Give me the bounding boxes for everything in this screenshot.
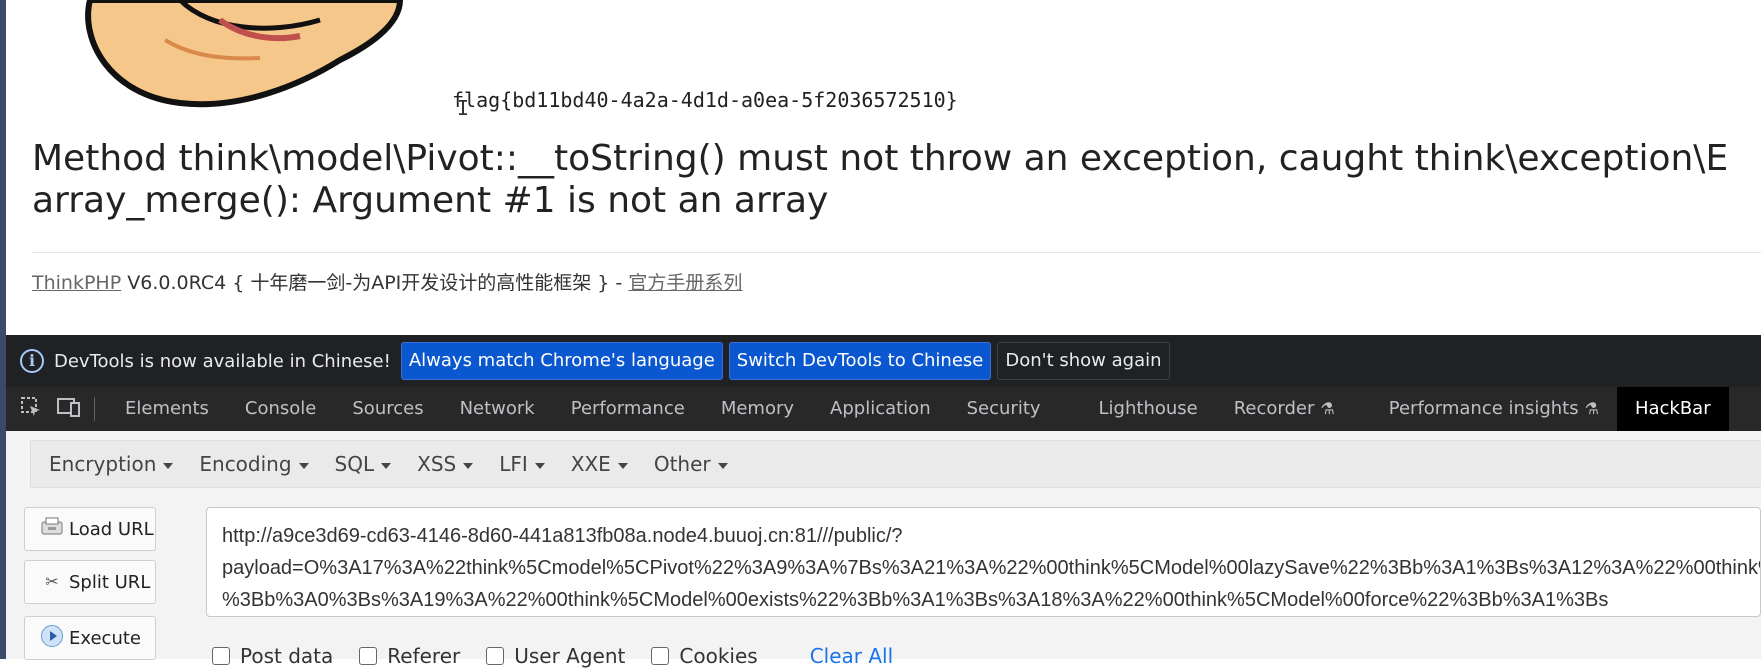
- caret-down-icon: [381, 462, 392, 469]
- clear-all-link[interactable]: Clear All: [810, 644, 893, 668]
- menu-lfi-label: LFI: [499, 452, 528, 476]
- info-icon: i: [20, 349, 44, 373]
- split-url-button[interactable]: ✂ Split URL: [24, 560, 156, 604]
- menu-xxe-label: XXE: [570, 452, 611, 476]
- caret-down-icon: [717, 462, 728, 469]
- experimental-flask-icon: ⚗: [1584, 399, 1599, 418]
- request-options: Post data Referer User Agent Cookies Cle…: [212, 644, 893, 668]
- page-content: flag{bd11bd40-4a2a-4d1d-a0ea-5f203657251…: [0, 0, 1761, 335]
- hackbar-menubar: Encryption Encoding SQL XSS LFI XXE Othe…: [30, 440, 1761, 488]
- experimental-flask-icon: ⚗: [1320, 399, 1335, 418]
- url-line-1: http://a9ce3d69-cd63-4146-8d60-441a813fb…: [222, 525, 903, 547]
- error-line-2: array_merge(): Argument #1 is not an arr…: [32, 180, 829, 221]
- error-message: Method think\model\Pivot::__toString() m…: [32, 138, 1728, 222]
- split-url-label: Split URL: [69, 571, 151, 593]
- user-agent-option[interactable]: User Agent: [486, 644, 625, 668]
- menu-sql[interactable]: SQL: [327, 452, 400, 476]
- menu-encryption[interactable]: Encryption: [41, 452, 181, 476]
- url-line-2: payload=O%3A17%3A%22think%5Cmodel%5CPivo…: [222, 557, 1761, 579]
- tab-console[interactable]: Console: [227, 387, 334, 431]
- tab-memory[interactable]: Memory: [703, 387, 812, 431]
- flag-text: flag{bd11bd40-4a2a-4d1d-a0ea-5f203657251…: [452, 88, 958, 112]
- user-agent-checkbox[interactable]: [486, 647, 505, 665]
- menu-sql-label: SQL: [334, 452, 375, 476]
- caret-down-icon: [298, 462, 309, 469]
- menu-xxe[interactable]: XXE: [563, 452, 636, 476]
- devtools-language-infobar: i DevTools is now available in Chinese! …: [6, 335, 1761, 387]
- tab-security[interactable]: Security: [949, 387, 1081, 431]
- cookies-checkbox[interactable]: [651, 647, 670, 665]
- tab-performance-insights[interactable]: Performance insights ⚗: [1371, 387, 1617, 431]
- dont-show-again-button[interactable]: Don't show again: [997, 342, 1170, 380]
- url-textarea[interactable]: http://a9ce3d69-cd63-4146-8d60-441a813fb…: [206, 507, 1761, 617]
- switch-to-chinese-button[interactable]: Switch DevTools to Chinese: [728, 342, 992, 380]
- cookies-label: Cookies: [679, 644, 758, 668]
- tab-network[interactable]: Network: [442, 387, 553, 431]
- url-line-3: %3Bb%3A0%3Bs%3A19%3A%22%00think%5CModel%…: [222, 589, 1609, 611]
- tab-recorder-label: Recorder: [1233, 398, 1315, 419]
- toolbar-separator: [94, 397, 95, 421]
- caret-down-icon: [463, 462, 474, 469]
- post-data-option[interactable]: Post data: [212, 644, 333, 668]
- tab-sources[interactable]: Sources: [334, 387, 441, 431]
- menu-encryption-label: Encryption: [49, 452, 157, 476]
- execute-label: Execute: [69, 627, 141, 649]
- always-match-language-button[interactable]: Always match Chrome's language: [400, 342, 723, 380]
- menu-encoding-label: Encoding: [199, 452, 292, 476]
- menu-other-label: Other: [653, 452, 711, 476]
- menu-other[interactable]: Other: [646, 452, 736, 476]
- caret-down-icon: [163, 462, 174, 469]
- manual-link[interactable]: 官方手册系列: [628, 272, 742, 294]
- menu-xss[interactable]: XSS: [409, 452, 481, 476]
- menu-encoding[interactable]: Encoding: [191, 452, 316, 476]
- referer-checkbox[interactable]: [359, 647, 378, 665]
- load-url-label: Load URL: [69, 518, 154, 540]
- divider: [32, 252, 1761, 253]
- mascot-hand-image: [85, 0, 404, 108]
- tab-perf-insights-label: Performance insights: [1388, 398, 1579, 419]
- tab-performance[interactable]: Performance: [553, 387, 703, 431]
- menu-xss-label: XSS: [417, 452, 457, 476]
- thinkphp-link[interactable]: ThinkPHP: [32, 272, 121, 294]
- devtools-tabbar: Elements Console Sources Network Perform…: [6, 387, 1761, 431]
- version-text: V6.0.0RC4 { 十年磨一剑-为API开发设计的高性能框架 } -: [121, 272, 629, 294]
- post-data-checkbox[interactable]: [212, 647, 230, 665]
- referer-option[interactable]: Referer: [359, 644, 460, 668]
- tab-lighthouse[interactable]: Lighthouse: [1081, 387, 1216, 431]
- caret-down-icon: [617, 462, 628, 469]
- tab-recorder[interactable]: Recorder ⚗: [1216, 387, 1371, 431]
- post-data-label: Post data: [240, 644, 334, 668]
- cookies-option[interactable]: Cookies: [651, 644, 758, 668]
- tab-hackbar[interactable]: HackBar: [1616, 387, 1729, 431]
- caret-down-icon: [534, 462, 545, 469]
- framework-footer: ThinkPHP V6.0.0RC4 { 十年磨一剑-为API开发设计的高性能框…: [32, 268, 742, 295]
- referer-label: Referer: [387, 644, 461, 668]
- user-agent-label: User Agent: [514, 644, 626, 668]
- error-line-1: Method think\model\Pivot::__toString() m…: [32, 138, 1729, 179]
- load-url-icon: [39, 516, 65, 542]
- inspect-element-icon[interactable]: [18, 396, 44, 422]
- execute-button[interactable]: Execute: [24, 616, 156, 660]
- text-cursor-icon: I: [457, 96, 470, 120]
- device-toolbar-icon[interactable]: [56, 396, 82, 422]
- scissors-icon: ✂: [45, 572, 59, 591]
- execute-play-icon: [39, 625, 65, 651]
- load-url-button[interactable]: Load URL: [24, 507, 156, 551]
- menu-lfi[interactable]: LFI: [491, 452, 553, 476]
- infobar-message: DevTools is now available in Chinese!: [54, 350, 391, 372]
- tab-elements[interactable]: Elements: [107, 387, 227, 431]
- tab-application[interactable]: Application: [812, 387, 949, 431]
